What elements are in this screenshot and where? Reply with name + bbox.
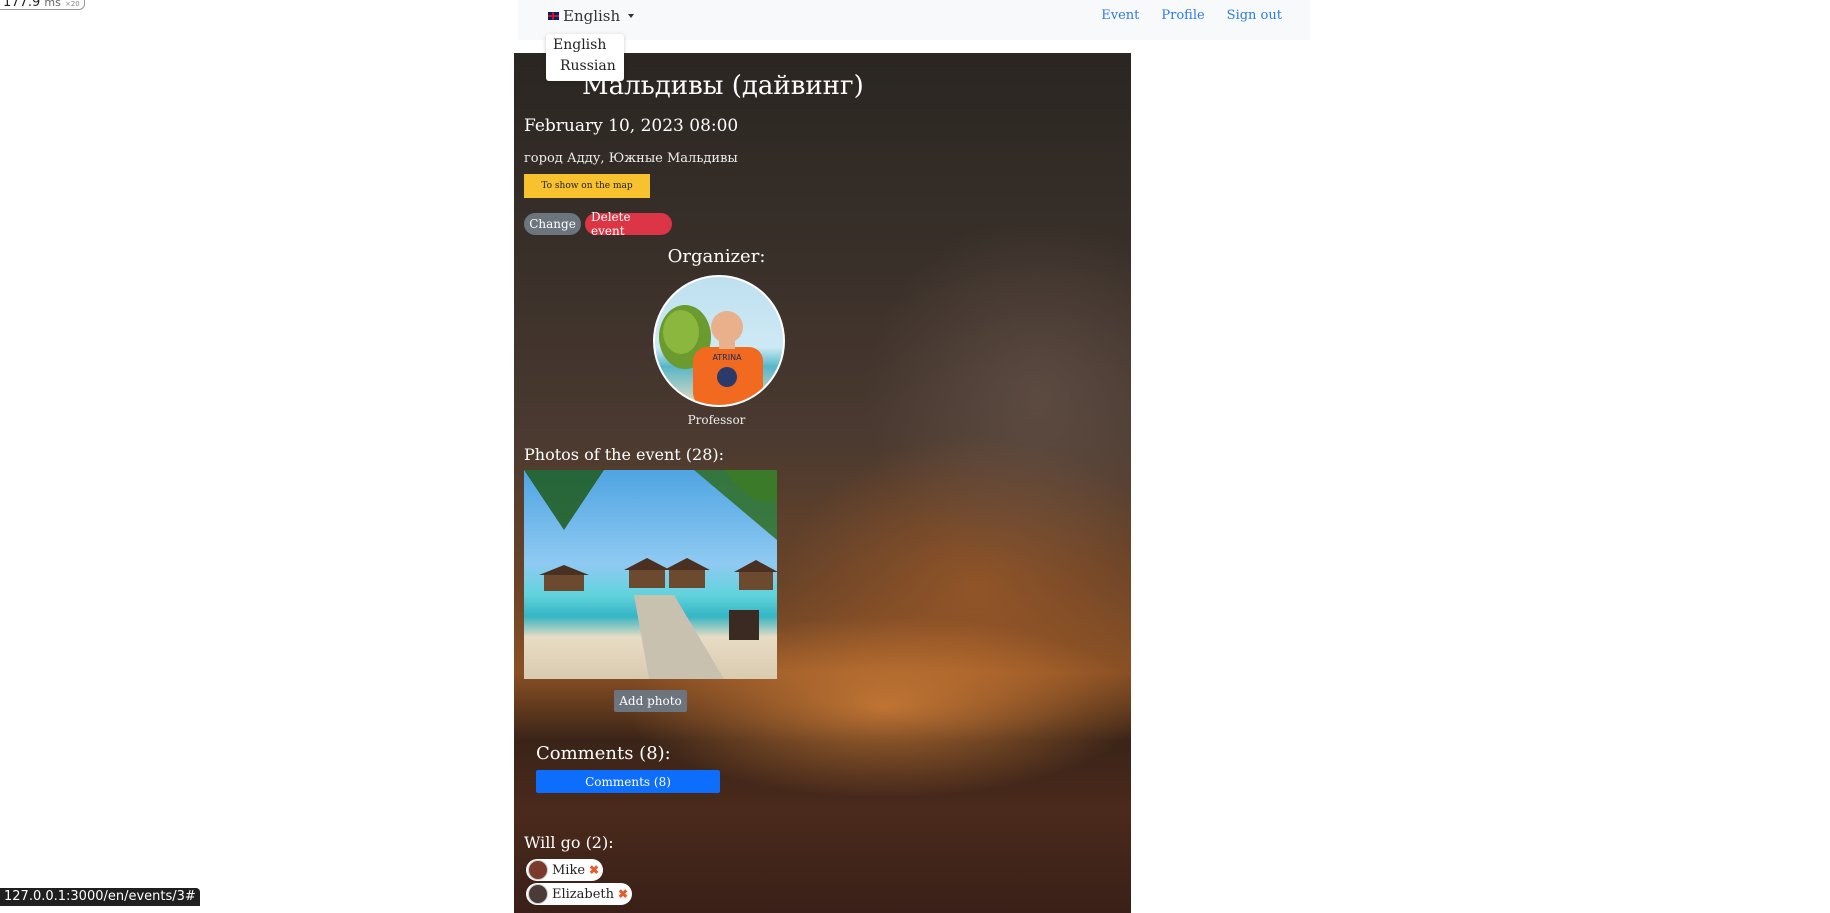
event-title: Мальдивы (дайвинг)	[582, 71, 864, 101]
uk-flag-icon	[548, 12, 559, 20]
beach-photo-icon	[524, 470, 777, 679]
event-card: Мальдивы (дайвинг) February 10, 2023 08:…	[514, 53, 1131, 913]
add-photo-button[interactable]: Add photo	[614, 690, 687, 712]
language-option-english[interactable]: English	[553, 37, 606, 53]
delete-event-button[interactable]: Delete event	[585, 210, 672, 238]
attendee-avatar	[528, 884, 548, 904]
attendee-chip[interactable]: Mike ✖	[526, 859, 604, 881]
will-go-label: Will go (2):	[524, 833, 614, 852]
comments-button[interactable]: Comments (8)	[536, 770, 720, 793]
status-bar-url: 127.0.0.1:3000/en/events/3#	[0, 888, 200, 906]
organizer-name[interactable]: Professor	[514, 413, 919, 427]
organizer-avatar[interactable]: ATRINA	[653, 275, 785, 407]
language-label: English	[563, 7, 621, 25]
remove-icon[interactable]: ✖	[589, 863, 599, 877]
attendee-chip[interactable]: Elizabeth ✖	[526, 883, 633, 905]
photos-label: Photos of the event (28):	[524, 445, 725, 464]
perf-badge: 177.9 ms ×20	[0, 0, 85, 10]
attendee-avatar	[528, 860, 548, 880]
svg-text:ATRINA: ATRINA	[712, 353, 742, 362]
event-photo[interactable]	[524, 470, 777, 679]
attendee-name: Elizabeth	[552, 886, 615, 902]
comments-label: Comments (8):	[536, 743, 671, 764]
show-on-map-button[interactable]: To show on the map	[524, 174, 650, 198]
remove-icon[interactable]: ✖	[618, 887, 628, 901]
change-event-button[interactable]: Change	[524, 213, 581, 235]
perf-sub: ×20	[64, 0, 80, 8]
attendee-name: Mike	[552, 862, 586, 878]
perf-value: 177.9	[3, 0, 41, 10]
nav-link-profile[interactable]: Profile	[1161, 8, 1204, 23]
event-address: город Адду, Южные Мальдивы	[524, 151, 738, 166]
nav-link-event[interactable]: Event	[1101, 8, 1139, 23]
language-option-russian[interactable]: Russian	[560, 58, 616, 74]
nav-links: Event Profile Sign out	[1101, 8, 1282, 23]
navbar: English Event Profile Sign out	[518, 0, 1310, 40]
language-dropdown-toggle[interactable]: English	[548, 5, 635, 27]
language-menu: English Russian	[546, 34, 624, 81]
organizer-label: Organizer:	[667, 246, 766, 267]
perf-unit: ms	[44, 0, 61, 9]
event-datetime: February 10, 2023 08:00	[524, 116, 739, 136]
nav-link-sign-out[interactable]: Sign out	[1227, 8, 1282, 23]
organizer-photo-icon: ATRINA	[659, 305, 763, 405]
caret-down-icon	[628, 14, 635, 18]
